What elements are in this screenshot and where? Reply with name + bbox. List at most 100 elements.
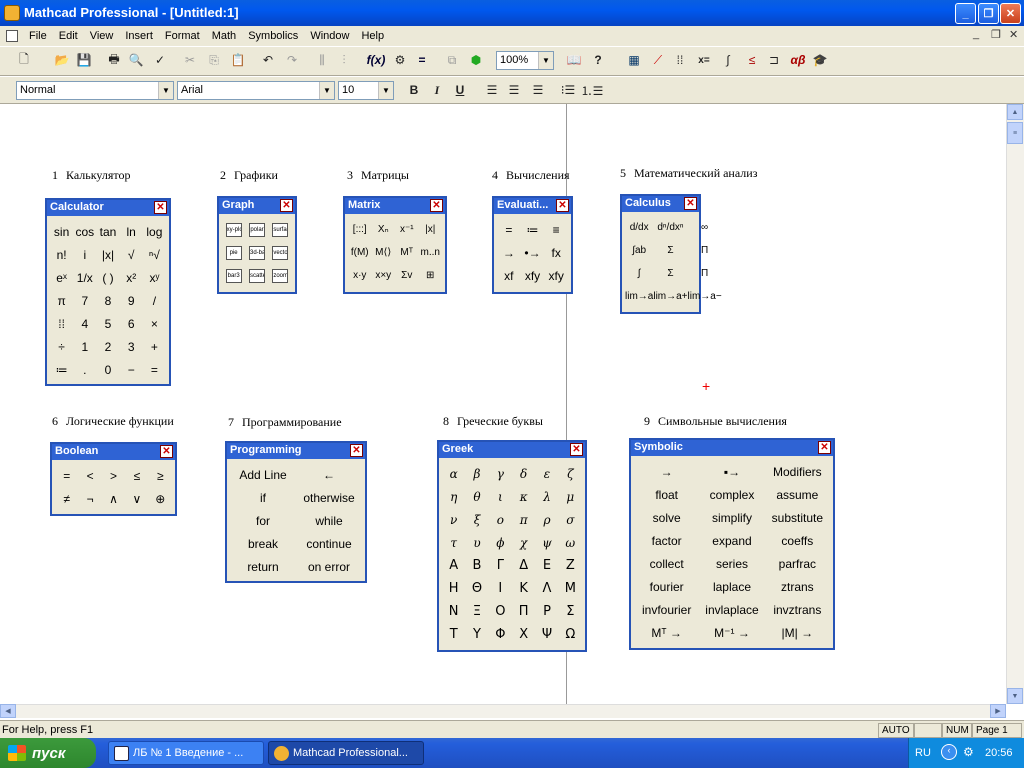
calculator-palette-button[interactable]: cos — [73, 220, 96, 243]
graph-palette-button[interactable]: vector — [269, 241, 292, 264]
calculator-palette-button[interactable]: 0 — [96, 358, 119, 381]
copy-icon[interactable]: ⎘ — [204, 51, 224, 69]
greek-palette-button[interactable]: ε — [535, 462, 558, 485]
calculator-palette-button[interactable]: tan — [96, 220, 119, 243]
symbolic-palette-button[interactable]: series — [699, 552, 764, 575]
calculator-palette-button[interactable]: eˣ — [50, 266, 73, 289]
calculator-palette-button[interactable]: 1 — [73, 335, 96, 358]
boolean-palette-button[interactable]: ≠ — [55, 487, 78, 510]
programming-palette-button[interactable]: continue — [296, 532, 362, 555]
horizontal-scrollbar[interactable]: ◀ ▶ — [0, 704, 1006, 718]
greek-palette-button[interactable]: Σ — [559, 600, 582, 623]
close-icon[interactable]: ✕ — [154, 201, 167, 214]
menu-window[interactable]: Window — [304, 30, 355, 42]
calculator-palette-button[interactable]: i — [73, 243, 96, 266]
matrix-palette-button[interactable]: Xₙ — [372, 218, 396, 241]
matrix-palette-button[interactable]: |x| — [419, 218, 443, 241]
maximize-button[interactable]: ❐ — [978, 3, 999, 24]
symbolic-palette-button[interactable]: substitute — [765, 506, 830, 529]
greek-palette-button[interactable]: Ι — [489, 577, 512, 600]
symbolic-palette-button[interactable]: → — [634, 460, 699, 483]
calculator-palette-button[interactable]: sin — [50, 220, 73, 243]
graph-palette-button[interactable]: pie — [222, 241, 245, 264]
calculator-palette-button[interactable]: / — [143, 289, 166, 312]
matrix-toolbar-icon[interactable]: ⁞⁞ — [670, 51, 690, 69]
menu-view[interactable]: View — [84, 30, 120, 42]
greek-palette-button[interactable]: ζ — [559, 462, 582, 485]
calculator-palette-button[interactable]: √ — [120, 243, 143, 266]
symbolic-palette-button[interactable]: ztrans — [765, 575, 830, 598]
undo-icon[interactable]: ↶ — [258, 51, 278, 69]
style-select[interactable]: Normal ▼ — [16, 81, 174, 100]
greek-palette-button[interactable]: λ — [535, 485, 558, 508]
paste-icon[interactable]: 📋 — [228, 51, 248, 69]
matrix-palette-button[interactable]: Mᵀ — [395, 241, 419, 264]
symbolic-palette-button[interactable]: invfourier — [634, 598, 699, 621]
calculate-icon[interactable]: = — [412, 51, 432, 69]
matrix-palette-button[interactable]: m..n — [419, 241, 443, 264]
greek-palette-button[interactable]: π — [512, 508, 535, 531]
symbolic-palette-button[interactable]: invlaplace — [699, 598, 764, 621]
greek-palette-button[interactable]: ο — [489, 508, 512, 531]
calculus-palette-button[interactable]: lim→a — [625, 285, 653, 308]
calculator-palette-button[interactable]: |x| — [96, 243, 119, 266]
calculus-palette-button[interactable]: ∫ — [625, 262, 653, 285]
calculator-palette-button[interactable]: ÷ — [50, 335, 73, 358]
programming-palette-button[interactable]: ← — [296, 463, 362, 486]
greek-palette-button[interactable]: μ — [559, 485, 582, 508]
programming-palette-button[interactable]: if — [230, 486, 296, 509]
calculus-palette-button[interactable]: d/dx — [625, 216, 653, 239]
spell-check-icon[interactable]: ✓ — [150, 51, 170, 69]
evaluation-toolbar-icon[interactable]: x= — [694, 51, 714, 69]
calculator-palette-button[interactable]: + — [143, 335, 166, 358]
boolean-palette-button[interactable]: = — [55, 464, 78, 487]
mathcad-app-icon[interactable] — [4, 5, 20, 21]
open-icon[interactable]: 📂 — [52, 51, 72, 69]
align-left-icon[interactable]: ☰ — [482, 81, 502, 99]
evaluation-palette-button[interactable]: ≔ — [521, 218, 545, 241]
greek-palette-button[interactable]: β — [465, 462, 488, 485]
greek-palette-button[interactable]: Β — [465, 554, 488, 577]
minimize-button[interactable]: _ — [955, 3, 976, 24]
insert-function-icon[interactable]: f(x) — [366, 51, 386, 69]
start-button[interactable]: пуск — [0, 738, 96, 768]
resource-center-icon[interactable]: 📖 — [564, 51, 584, 69]
calculator-palette-button[interactable]: 8 — [96, 289, 119, 312]
graph-palette-button[interactable]: surface — [269, 218, 292, 241]
greek-palette-button[interactable]: θ — [465, 485, 488, 508]
document-icon[interactable] — [6, 30, 18, 42]
greek-palette-button[interactable]: Χ — [512, 623, 535, 646]
scroll-up-icon[interactable]: ▲ — [1007, 104, 1023, 120]
calculator-palette-button[interactable]: = — [143, 358, 166, 381]
close-icon[interactable]: ✕ — [160, 445, 173, 458]
calculus-palette-button[interactable]: ∞ — [688, 216, 722, 239]
greek-palette-button[interactable]: Ρ — [535, 600, 558, 623]
matrix-palette-button[interactable]: x·y — [348, 264, 372, 287]
greek-palette-button[interactable]: Λ — [535, 577, 558, 600]
calculator-palette-button[interactable]: 4 — [73, 312, 96, 335]
align-center-icon[interactable]: ☰ — [504, 81, 524, 99]
greek-palette-button[interactable]: γ — [489, 462, 512, 485]
matrix-palette-button[interactable]: x×y — [372, 264, 396, 287]
align-down-icon[interactable]: ⫶ — [334, 51, 354, 69]
programming-palette-button[interactable]: Add Line — [230, 463, 296, 486]
graph-palette-button[interactable]: polar — [245, 218, 268, 241]
close-icon[interactable]: ✕ — [280, 199, 293, 212]
boolean-palette-button[interactable]: ¬ — [78, 487, 101, 510]
close-icon[interactable]: ✕ — [556, 199, 569, 212]
calculator-palette-button[interactable]: 5 — [96, 312, 119, 335]
greek-palette-button[interactable]: δ — [512, 462, 535, 485]
calculator-palette-button[interactable]: 3 — [120, 335, 143, 358]
zoom-select[interactable]: 100% ▼ — [496, 51, 554, 70]
underline-button[interactable]: U — [450, 81, 470, 99]
language-indicator[interactable]: RU — [915, 747, 931, 759]
boolean-palette-button[interactable]: < — [78, 464, 101, 487]
print-preview-icon[interactable]: 🔍 — [126, 51, 146, 69]
greek-palette-button[interactable]: χ — [512, 531, 535, 554]
calculus-palette-button[interactable]: dⁿ/dxⁿ — [653, 216, 687, 239]
greek-palette-button[interactable]: υ — [465, 531, 488, 554]
greek-palette-button[interactable]: ω — [559, 531, 582, 554]
programming-toolbar-icon[interactable]: ⊐ — [764, 51, 784, 69]
boolean-palette-button[interactable]: ≥ — [149, 464, 172, 487]
symbolic-palette-button[interactable]: float — [634, 483, 699, 506]
